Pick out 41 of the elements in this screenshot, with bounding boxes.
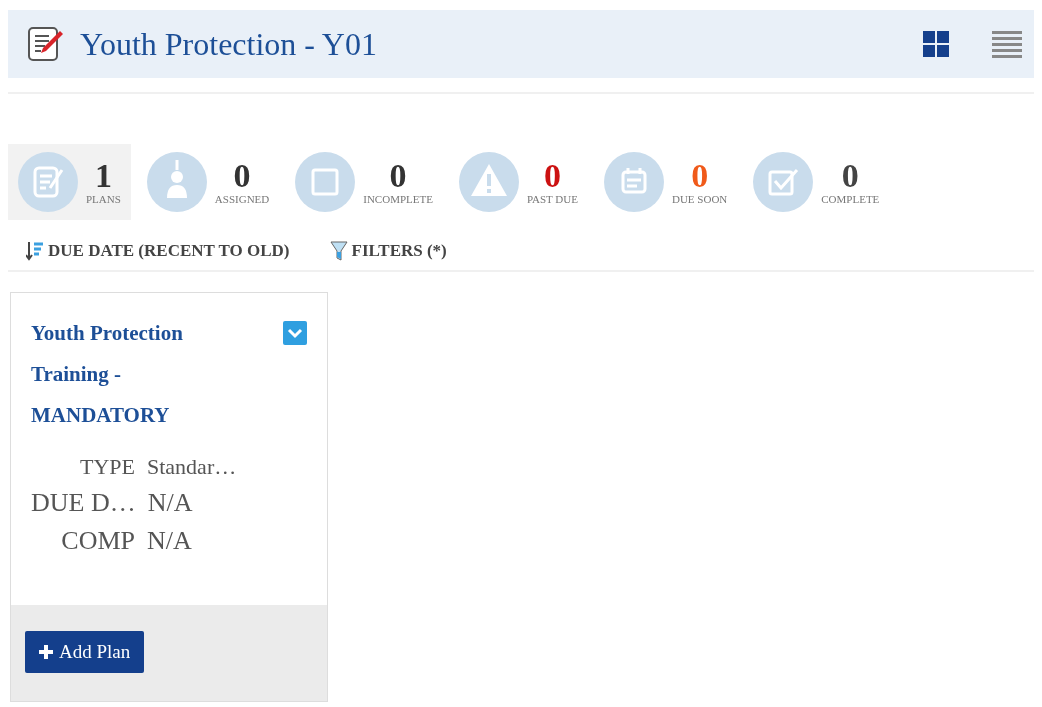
sort-button[interactable]: DUE DATE (RECENT TO OLD) <box>26 240 290 262</box>
person-icon <box>146 152 207 212</box>
dropdown-icon[interactable] <box>283 321 307 345</box>
warning-icon <box>458 152 519 212</box>
field-value: Standar… <box>147 454 237 480</box>
status-label: ASSIGNED <box>214 193 270 205</box>
status-filter[interactable]: 0 PAST DUE <box>448 144 588 220</box>
filters-button[interactable]: FILTERS (*) <box>329 240 447 262</box>
status-label: DUE SOON <box>671 193 728 205</box>
status-filter[interactable]: 0 DUE SOON <box>593 144 738 220</box>
status-filter[interactable]: 0 ASSIGNED <box>136 144 280 220</box>
field-label: COMP <box>60 526 135 556</box>
sort-icon <box>26 241 44 261</box>
page-title: Youth Protection - Y01 <box>80 25 378 63</box>
field-label: TYPE <box>79 454 135 480</box>
count: 0 <box>389 159 407 193</box>
status-filter[interactable]: 0 COMPLETE <box>743 144 890 220</box>
add-plan-button[interactable]: Add Plan <box>25 631 145 673</box>
status-label: COMPLETE <box>821 193 880 205</box>
count: 0 <box>543 159 561 193</box>
status-filter[interactable]: 1 PLANS <box>8 144 131 220</box>
status-label: INCOMPLETE <box>363 193 433 205</box>
field-label: DUE D… <box>31 488 136 518</box>
field-value: N/A <box>147 488 193 518</box>
field-value: N/A <box>147 526 192 556</box>
status-filter[interactable]: 0 INCOMPLETE <box>285 144 443 220</box>
calendar-icon <box>603 152 664 212</box>
count: 0 <box>691 159 709 193</box>
grid-view-icon[interactable] <box>922 30 950 58</box>
document-icon <box>18 152 78 212</box>
edit-document-icon <box>26 25 64 63</box>
status-label: PAST DUE <box>526 193 578 205</box>
plan-title[interactable]: Youth Protection Training - MANDATORY <box>31 313 231 436</box>
count: 0 <box>841 159 859 193</box>
count: 0 <box>233 159 251 193</box>
filter-icon <box>329 240 348 262</box>
list-view-icon[interactable] <box>992 30 1022 58</box>
count: 1 <box>94 159 112 193</box>
plus-icon <box>39 645 53 659</box>
status-label: PLANS <box>86 193 121 205</box>
checkbox-icon <box>753 152 814 212</box>
